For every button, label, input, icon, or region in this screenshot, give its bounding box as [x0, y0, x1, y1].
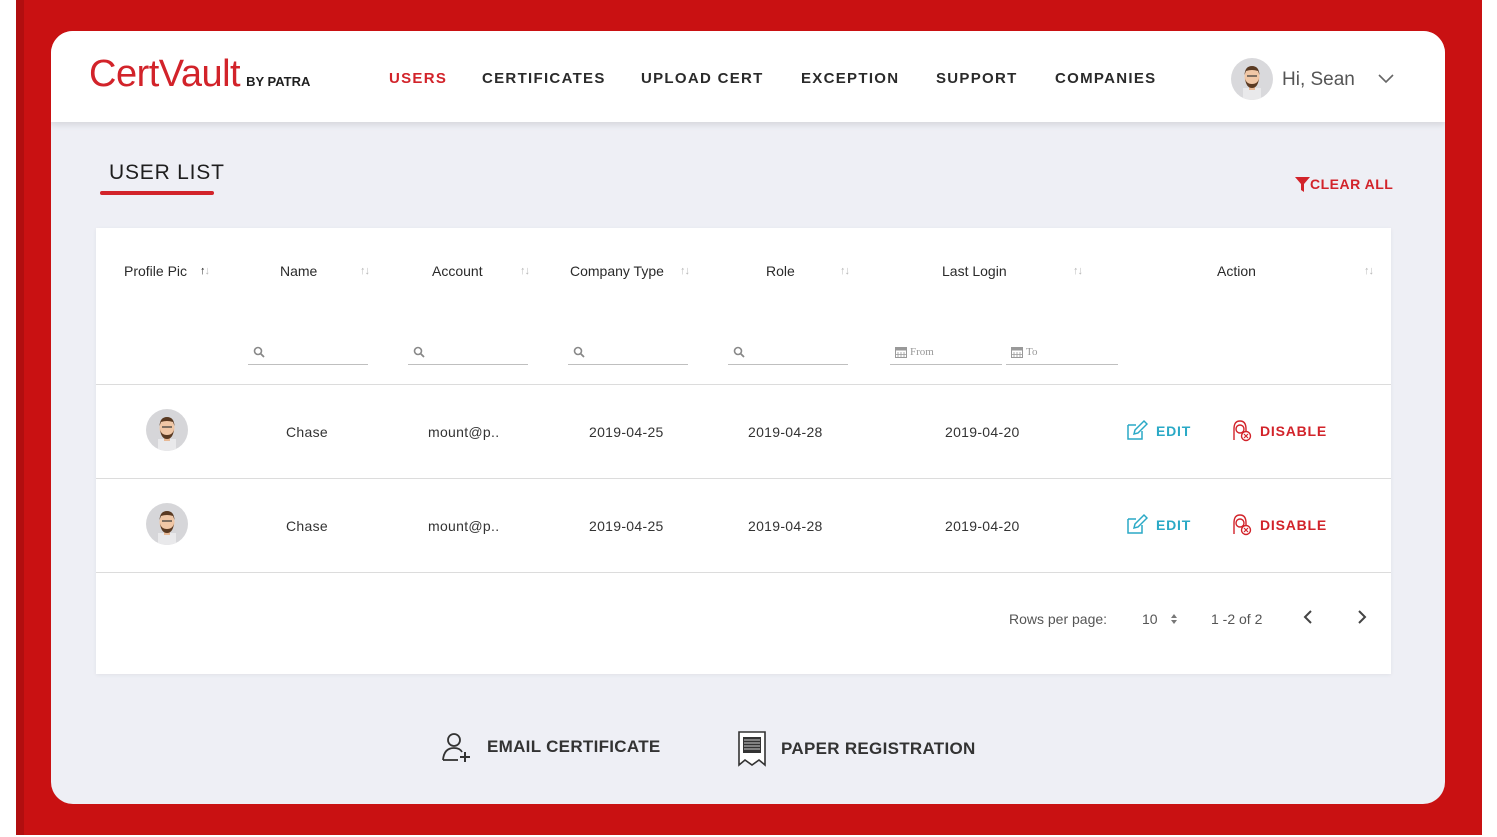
nav-upload-cert[interactable]: UPLOAD CERT: [641, 70, 764, 87]
cell-company-type: 2019-04-25: [589, 424, 664, 440]
cell-company-type: 2019-04-25: [589, 518, 664, 534]
calendar-icon: [895, 347, 907, 358]
disable-user-icon: [1233, 514, 1252, 536]
column-header-role[interactable]: Role: [766, 263, 795, 279]
avatar: [146, 409, 188, 451]
user-avatar[interactable]: [1231, 58, 1273, 100]
rows-per-page-label: Rows per page:: [1009, 611, 1108, 627]
user-greeting: Hi, Sean: [1282, 69, 1355, 90]
nav-exception[interactable]: EXCEPTION: [801, 70, 899, 87]
column-header-account[interactable]: Account: [432, 263, 483, 279]
search-icon: [413, 346, 425, 358]
cell-last-login: 2019-04-20: [945, 518, 1020, 534]
rows-per-page-value: 10: [1142, 611, 1158, 627]
sort-icon[interactable]: ↑↓: [680, 265, 690, 277]
last-login-to-input[interactable]: To: [1006, 340, 1118, 365]
nav-companies[interactable]: COMPANIES: [1055, 70, 1156, 87]
paper-registration-button[interactable]: PAPER REGISTRATION: [737, 731, 976, 767]
user-table: Profile Pic ↑↓ Name ↑↓ Account ↑↓ Compan…: [96, 228, 1391, 674]
edit-icon: [1127, 513, 1148, 534]
account-search-input[interactable]: [408, 340, 528, 365]
disable-button[interactable]: DISABLE: [1229, 419, 1327, 442]
column-header-last-login[interactable]: Last Login: [942, 263, 1007, 279]
disable-button[interactable]: DISABLE: [1229, 513, 1327, 536]
email-certificate-label: EMAIL CERTIFICATE: [487, 737, 661, 756]
cell-role: 2019-04-28: [748, 518, 823, 534]
disable-user-icon: [1233, 420, 1252, 442]
column-header-company-type[interactable]: Company Type: [570, 263, 664, 279]
sort-icon[interactable]: ↑↓: [200, 265, 210, 277]
sort-icon[interactable]: ↑↓: [1364, 265, 1374, 277]
cell-account: mount@p..: [428, 424, 500, 440]
edit-label: EDIT: [1156, 422, 1192, 439]
disable-label: DISABLE: [1260, 422, 1328, 439]
logo[interactable]: CertVault BY PATRA: [89, 53, 310, 96]
chevron-down-icon[interactable]: [1378, 71, 1394, 89]
last-login-from-input[interactable]: From: [890, 340, 1002, 365]
title-underline: [100, 191, 214, 195]
sort-icon[interactable]: ↑↓: [520, 265, 530, 277]
cell-role: 2019-04-28: [748, 424, 823, 440]
date-from-placeholder: From: [910, 346, 934, 358]
cell-account: mount@p..: [428, 518, 500, 534]
edit-button[interactable]: EDIT: [1125, 419, 1191, 442]
search-icon: [733, 346, 745, 358]
sort-icon[interactable]: ↑↓: [1073, 265, 1083, 277]
paper-registration-label: PAPER REGISTRATION: [781, 739, 976, 758]
sort-icon[interactable]: ↑↓: [840, 265, 850, 277]
divider: [96, 478, 1391, 479]
edit-button[interactable]: EDIT: [1125, 513, 1191, 536]
date-to-placeholder: To: [1026, 346, 1038, 358]
chevron-right-icon[interactable]: [1357, 609, 1367, 630]
divider: [96, 384, 1391, 385]
page-title: USER LIST: [109, 161, 225, 184]
nav-support[interactable]: SUPPORT: [936, 70, 1018, 87]
column-header-name[interactable]: Name: [280, 263, 317, 279]
disable-label: DISABLE: [1260, 516, 1328, 533]
search-icon: [573, 346, 585, 358]
cell-last-login: 2019-04-20: [945, 424, 1020, 440]
add-user-icon: [442, 733, 470, 762]
filter-icon: [1295, 176, 1310, 192]
frame-shade: [16, 0, 24, 835]
edit-label: EDIT: [1156, 516, 1192, 533]
rows-per-page-select[interactable]: 10: [1142, 611, 1178, 627]
column-header-profile-pic[interactable]: Profile Pic: [124, 263, 187, 279]
logo-text: CertVault: [89, 53, 241, 95]
divider: [96, 572, 1391, 573]
role-search-input[interactable]: [728, 340, 848, 365]
document-icon: [738, 731, 766, 767]
logo-byline: BY PATRA: [246, 74, 311, 89]
search-icon: [253, 346, 265, 358]
edit-icon: [1127, 419, 1148, 440]
nav-users[interactable]: USERS: [389, 70, 447, 87]
name-search-input[interactable]: [248, 340, 368, 365]
pagination-range: 1 -2 of 2: [1211, 611, 1263, 627]
calendar-icon: [1011, 347, 1023, 358]
chevron-left-icon[interactable]: [1303, 609, 1313, 630]
email-certificate-button[interactable]: EMAIL CERTIFICATE: [441, 731, 661, 763]
company-type-search-input[interactable]: [568, 340, 688, 365]
nav-certificates[interactable]: CERTIFICATES: [482, 70, 606, 87]
top-navbar: CertVault BY PATRA USERS CERTIFICATES UP…: [51, 31, 1445, 122]
select-arrows-icon: [1170, 614, 1177, 624]
clear-all-button[interactable]: CLEAR ALL: [1295, 176, 1393, 192]
cell-name: Chase: [286, 424, 328, 440]
cell-name: Chase: [286, 518, 328, 534]
app-window: CertVault BY PATRA USERS CERTIFICATES UP…: [51, 31, 1445, 804]
avatar: [146, 503, 188, 545]
sort-icon[interactable]: ↑↓: [360, 265, 370, 277]
column-header-action: Action: [1217, 263, 1256, 279]
clear-all-label: CLEAR ALL: [1310, 176, 1394, 192]
